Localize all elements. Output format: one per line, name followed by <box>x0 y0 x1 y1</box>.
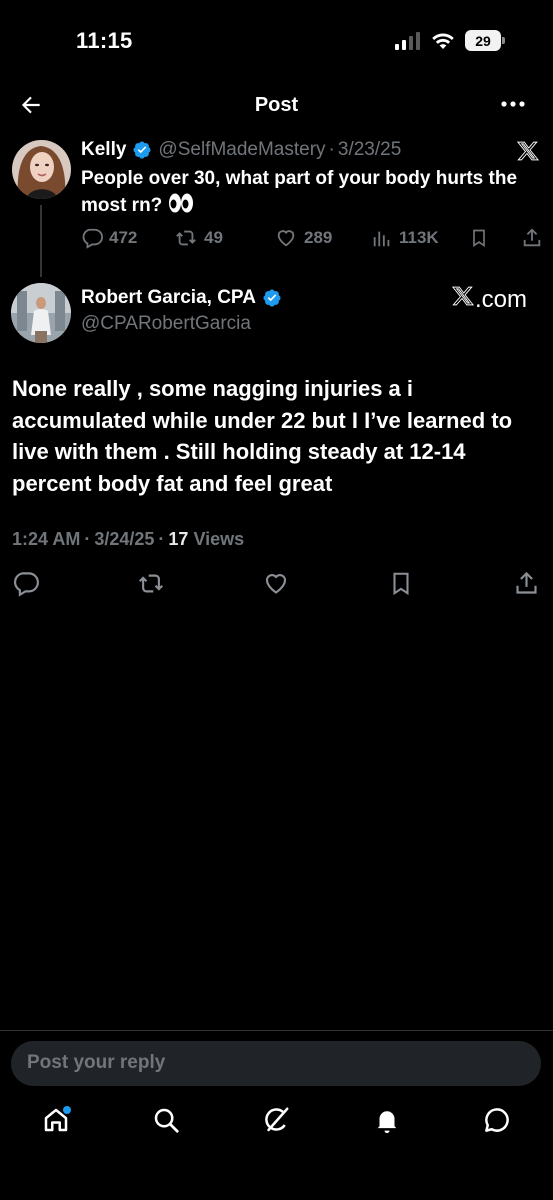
share-icon <box>516 571 537 594</box>
views-label: Views <box>193 529 245 549</box>
views-icon <box>373 231 390 247</box>
like-count-button[interactable]: 289 <box>274 227 332 249</box>
repost-icon <box>138 574 164 593</box>
post-date[interactable]: 3/23/25 <box>338 139 401 161</box>
separator: · <box>328 139 335 160</box>
grok-icon <box>265 1107 289 1132</box>
views-count: 17 <box>168 529 189 549</box>
share-icon <box>523 228 541 247</box>
status-time: 11:15 <box>76 28 133 53</box>
author-name[interactable]: Kelly <box>81 139 126 161</box>
x-logo-icon <box>451 286 474 306</box>
unread-dot <box>63 1106 71 1114</box>
parent-post-actions: 472 49 289 113K <box>81 227 541 251</box>
author-handle[interactable]: @CPARobertGarcia <box>81 313 251 335</box>
verified-badge-icon <box>263 289 281 307</box>
divider <box>0 1030 553 1031</box>
reply-count-button[interactable]: 472 <box>81 227 137 249</box>
author-handle[interactable]: @SelfMadeMastery <box>158 139 325 161</box>
battery-level: 29 <box>465 30 501 51</box>
bookmark-button[interactable] <box>469 227 489 249</box>
avatar[interactable] <box>11 283 71 343</box>
heart-icon <box>277 230 295 247</box>
repost-button[interactable] <box>136 570 166 597</box>
x-com-watermark: .com <box>451 285 527 314</box>
messages-icon <box>485 1108 509 1132</box>
thread-line <box>40 205 42 277</box>
share-button[interactable] <box>513 570 540 597</box>
reply-button[interactable] <box>12 570 39 597</box>
tab-messages[interactable] <box>482 1105 512 1135</box>
avatar-photo <box>11 283 71 343</box>
notifications-icon <box>377 1111 397 1134</box>
parent-post-header: Kelly @SelfMadeMastery · 3/23/25 <box>81 139 401 161</box>
bookmark-button[interactable] <box>388 570 414 597</box>
status-icons: 29 <box>395 30 505 51</box>
more-button[interactable] <box>501 100 525 108</box>
reply-icon <box>13 572 39 597</box>
like-count: 289 <box>304 228 333 247</box>
battery-icon: 29 <box>465 30 505 51</box>
tab-bar <box>0 1105 553 1149</box>
reply-count: 472 <box>109 228 138 247</box>
reply-placeholder: Post your reply <box>27 1052 166 1073</box>
post-metadata: 1:24 AM · 3/24/25 · 17 Views <box>12 529 245 549</box>
page-title: Post <box>254 94 299 116</box>
eyes-emoji <box>168 193 193 213</box>
reply-icon <box>82 228 103 249</box>
bookmark-icon <box>393 572 409 596</box>
like-button[interactable] <box>261 570 291 597</box>
tab-search[interactable] <box>151 1105 181 1135</box>
share-button[interactable] <box>521 227 543 249</box>
cellular-signal-icon <box>395 31 420 50</box>
wifi-icon <box>432 32 454 49</box>
reply-author-row: Robert Garcia, CPA <box>81 287 288 309</box>
avatar-photo <box>12 140 71 199</box>
parent-post-text: People over 30, what part of your body h… <box>81 166 531 219</box>
views-count: 113K <box>399 228 439 247</box>
views-count-button[interactable]: 113K <box>371 227 439 249</box>
repost-count-button[interactable]: 49 <box>174 227 223 249</box>
tab-grok[interactable] <box>261 1105 291 1135</box>
avatar[interactable] <box>12 140 71 199</box>
reply-input[interactable]: Post your reply <box>11 1041 541 1086</box>
x-logo-icon <box>517 140 539 162</box>
bookmark-icon <box>473 229 485 248</box>
post-time: 1:24 AM <box>12 529 81 549</box>
reply-post-text: None really , some nagging injuries a i … <box>12 376 513 496</box>
heart-icon <box>265 574 287 594</box>
post-text: People over 30, what part of your body h… <box>81 168 518 216</box>
watermark-text: .com <box>474 286 527 313</box>
repost-icon <box>176 230 196 246</box>
more-icon <box>501 101 525 107</box>
author-name[interactable]: Robert Garcia, CPA <box>81 287 256 309</box>
tab-notifications[interactable] <box>372 1105 402 1135</box>
repost-count: 49 <box>204 228 223 247</box>
reply-post-actions <box>0 570 553 600</box>
post-date: 3/24/25 <box>94 529 155 549</box>
verified-badge-icon <box>133 141 151 159</box>
search-icon <box>154 1108 179 1133</box>
